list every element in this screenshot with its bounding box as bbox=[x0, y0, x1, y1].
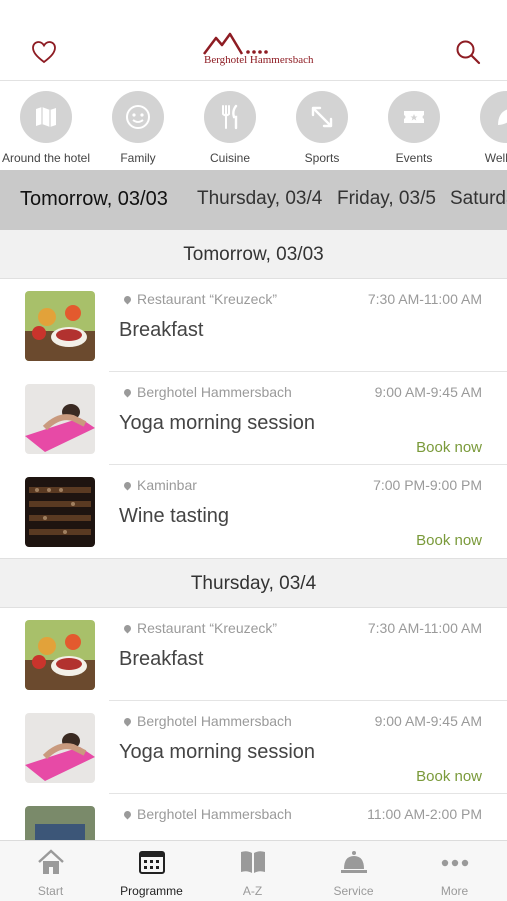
event-row[interactable]: Kaminbar 7:00 PM-9:00 PM Wine tasting Bo… bbox=[0, 465, 507, 558]
event-time: 11:00 AM-2:00 PM bbox=[367, 806, 482, 822]
mountain-logo-icon bbox=[203, 32, 268, 55]
ticket-icon bbox=[404, 111, 424, 123]
event-time: 9:00 AM-9:45 AM bbox=[374, 384, 482, 400]
heart-icon[interactable] bbox=[30, 38, 58, 66]
home-icon bbox=[38, 849, 64, 874]
event-time: 7:30 AM-11:00 AM bbox=[367, 620, 482, 636]
event-title: Breakfast bbox=[119, 319, 204, 341]
event-title: Yoga morning session bbox=[119, 741, 316, 763]
event-row[interactable]: Berghotel Hammersbach 11:00 AM-2:00 PM bbox=[0, 794, 507, 840]
event-location: Berghotel Hammersbach bbox=[122, 806, 292, 822]
programme-list[interactable]: Tomorrow, 03/03 Restaurant “Kreuzeck” 7:… bbox=[0, 230, 507, 840]
category-cuisine[interactable]: Cuisine bbox=[184, 89, 276, 165]
book-icon bbox=[241, 851, 265, 873]
event-title: Yoga morning session bbox=[119, 412, 316, 434]
event-location: Kaminbar bbox=[122, 477, 197, 493]
category-label: Cuisine bbox=[209, 151, 251, 165]
bottom-tab-bar: Start Programme A-Z Service More bbox=[0, 840, 507, 901]
event-title: Breakfast bbox=[119, 648, 204, 670]
event-time: 9:00 AM-9:45 AM bbox=[374, 713, 482, 729]
category-sports[interactable]: Sports bbox=[276, 89, 368, 165]
breakfast-image bbox=[25, 620, 95, 690]
hiking-image bbox=[25, 806, 95, 840]
location-pin-icon bbox=[122, 387, 133, 398]
date-tab-saturday[interactable]: Saturda bbox=[450, 188, 507, 210]
hotel-logo: Berghotel Hammersbach bbox=[196, 32, 314, 72]
app-header: Berghotel Hammersbach bbox=[0, 0, 507, 81]
category-events[interactable]: Events bbox=[368, 89, 460, 165]
wine-image bbox=[25, 477, 95, 547]
location-pin-icon bbox=[122, 294, 133, 305]
event-row[interactable]: Berghotel Hammersbach 9:00 AM-9:45 AM Yo… bbox=[0, 701, 507, 794]
cutlery-icon bbox=[222, 104, 238, 130]
yoga-image bbox=[25, 384, 95, 454]
book-now-link[interactable]: Book now bbox=[416, 768, 482, 785]
event-row[interactable]: Restaurant “Kreuzeck” 7:30 AM-11:00 AM B… bbox=[0, 279, 507, 372]
map-icon bbox=[36, 107, 56, 127]
date-tab-bar: Tomorrow, 03/03 Thursday, 03/4 Friday, 0… bbox=[0, 170, 507, 230]
event-time: 7:30 AM-11:00 AM bbox=[367, 291, 482, 307]
category-label: Sports bbox=[304, 151, 340, 165]
event-title: Wine tasting bbox=[119, 505, 230, 527]
category-label: Around the hotel bbox=[1, 151, 91, 165]
tab-more[interactable]: More bbox=[404, 841, 505, 901]
leaf-icon bbox=[498, 109, 507, 125]
service-bell-icon bbox=[341, 851, 367, 873]
date-tab-thursday[interactable]: Thursday, 03/4 bbox=[197, 188, 322, 210]
category-around-the-hotel[interactable]: Around the hotel bbox=[0, 89, 92, 165]
event-location: Restaurant “Kreuzeck” bbox=[122, 291, 277, 307]
smiley-icon bbox=[126, 105, 150, 129]
category-label: Wellnes bbox=[484, 151, 507, 165]
day-header: Thursday, 03/4 bbox=[0, 558, 507, 608]
event-location: Berghotel Hammersbach bbox=[122, 713, 292, 729]
more-dots-icon bbox=[441, 859, 469, 867]
tab-programme[interactable]: Programme bbox=[101, 841, 202, 901]
date-tab-tomorrow[interactable]: Tomorrow, 03/03 bbox=[20, 188, 168, 211]
category-bar: Around the hotel Family Cuisine Sports E… bbox=[0, 81, 507, 170]
location-pin-icon bbox=[122, 623, 133, 634]
logo-text: Berghotel Hammersbach bbox=[204, 54, 314, 66]
location-pin-icon bbox=[122, 716, 133, 727]
event-location: Restaurant “Kreuzeck” bbox=[122, 620, 277, 636]
arrows-icon bbox=[311, 106, 333, 128]
breakfast-image bbox=[25, 291, 95, 361]
category-label: Events bbox=[395, 151, 433, 165]
event-location: Berghotel Hammersbach bbox=[122, 384, 292, 400]
yoga-image bbox=[25, 713, 95, 783]
search-icon[interactable] bbox=[454, 38, 482, 66]
event-row[interactable]: Berghotel Hammersbach 9:00 AM-9:45 AM Yo… bbox=[0, 372, 507, 465]
event-row[interactable]: Restaurant “Kreuzeck” 7:30 AM-11:00 AM B… bbox=[0, 608, 507, 701]
category-label: Family bbox=[120, 151, 156, 165]
location-pin-icon bbox=[122, 809, 133, 820]
day-header: Tomorrow, 03/03 bbox=[0, 230, 507, 279]
category-family[interactable]: Family bbox=[92, 89, 184, 165]
tab-start[interactable]: Start bbox=[0, 841, 101, 901]
location-pin-icon bbox=[122, 480, 133, 491]
category-wellness[interactable]: Wellnes bbox=[460, 89, 507, 165]
event-time: 7:00 PM-9:00 PM bbox=[373, 477, 482, 493]
book-now-link[interactable]: Book now bbox=[416, 439, 482, 456]
date-tab-friday[interactable]: Friday, 03/5 bbox=[337, 188, 436, 210]
tab-service[interactable]: Service bbox=[303, 841, 404, 901]
book-now-link[interactable]: Book now bbox=[416, 532, 482, 549]
calendar-icon bbox=[139, 851, 165, 874]
tab-a-z[interactable]: A-Z bbox=[202, 841, 303, 901]
